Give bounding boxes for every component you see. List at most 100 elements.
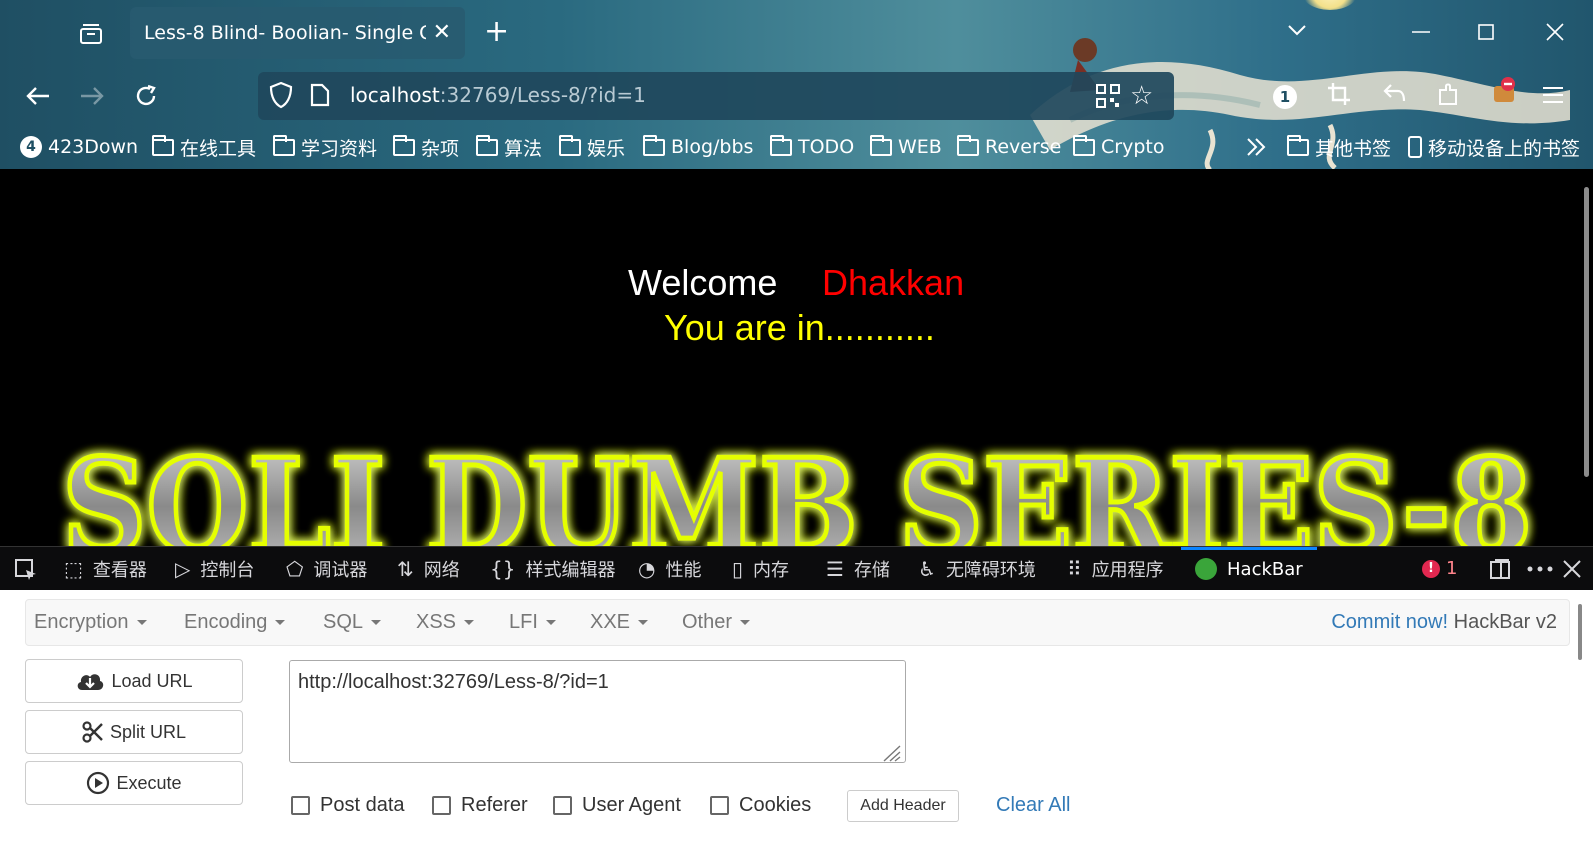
hackbar-scrollbar[interactable] [1578,604,1582,660]
close-window-icon[interactable] [1546,23,1564,41]
tab-overview-icon [80,24,102,44]
bookmark-folder-reverse[interactable]: Reverse [957,134,1061,160]
bookmark-folder-mobile[interactable]: 移动设备上的书签 [1408,134,1580,160]
tab-memory[interactable]: ▯ 内存 [732,547,789,591]
tab-debugger[interactable]: ⬠ 调试器 [286,547,367,591]
scissors-icon [82,721,103,743]
menu-other[interactable]: Other [682,611,751,634]
page-info-icon[interactable] [310,83,330,107]
menu-encoding[interactable]: Encoding [184,611,286,634]
tab-close-icon[interactable]: ✕ [433,20,451,45]
undo-arrow-icon[interactable] [1382,82,1406,104]
more-bookmarks-chevron-icon[interactable] [1245,136,1267,158]
tab-overview-button[interactable] [76,20,106,48]
tab-storage[interactable]: ☰ 存储 [826,547,890,591]
bookmark-folder-web[interactable]: WEB [870,134,942,160]
tab-label: 无障碍环境 [945,560,1036,581]
menu-encryption[interactable]: Encryption [34,611,147,634]
checkbox-label: Referer [461,794,528,816]
split-url-button[interactable]: Split URL [25,710,243,754]
dock-side-icon[interactable] [1489,558,1511,580]
menu-xxe[interactable]: XXE [590,611,649,634]
bookmark-folder-todo[interactable]: TODO [770,134,854,160]
tracking-protection-shield-icon[interactable] [268,81,294,109]
tab-label: 存储 [853,560,890,581]
user-agent-checkbox[interactable]: User Agent [553,794,681,817]
bookmark-folder-online-tools[interactable]: 在线工具 [152,134,256,160]
tab-network[interactable]: ⇅ 网络 [397,547,460,591]
menu-label: SQL [323,611,364,633]
error-count-badge[interactable]: ! 1 [1422,558,1457,579]
maximize-icon[interactable] [1478,24,1494,40]
tab-style-editor[interactable]: {} 样式编辑器 [490,547,615,591]
commit-now-link[interactable]: Commit now! [1331,611,1448,633]
checkbox-box[interactable] [432,796,451,815]
bookmark-label: 其他书签 [1315,137,1392,160]
bookmark-folder-crypto[interactable]: Crypto [1073,134,1164,160]
crop-screenshot-icon[interactable] [1327,82,1351,106]
referer-checkbox[interactable]: Referer [432,794,528,817]
hackbar-url-textarea[interactable]: http://localhost:32769/Less-8/?id=1 [289,660,906,763]
minimize-icon[interactable] [1412,30,1430,34]
folder-icon [152,134,174,156]
load-url-button[interactable]: Load URL [25,659,243,703]
post-data-checkbox[interactable]: Post data [291,794,405,817]
page-scrollbar[interactable] [1580,169,1593,546]
memory-chip-icon: ▯ [732,557,744,581]
bookmark-folder-misc[interactable]: 杂项 [393,134,459,160]
extensions-puzzle-icon[interactable] [1436,82,1460,106]
bookmark-label: 423Down [48,136,139,158]
tab-list-chevron-icon[interactable] [1286,22,1308,38]
blocker-extension-icon[interactable] [1490,76,1518,106]
menu-xss[interactable]: XSS [416,611,475,634]
bookmark-folder-entertainment[interactable]: 娱乐 [559,134,625,160]
bookmark-folder-blog[interactable]: Blog/bbs [643,134,753,160]
checkbox-box[interactable] [553,796,572,815]
bookmark-folder-study[interactable]: 学习资料 [273,134,377,160]
url-text[interactable]: localhost:32769/Less-8/?id=1 [350,83,646,107]
menu-label: XXE [590,611,631,633]
close-devtools-icon[interactable] [1563,560,1581,578]
bookmark-folder-algorithms[interactable]: 算法 [476,134,542,160]
welcome-text: Welcome [628,262,778,303]
tab-accessibility[interactable]: ♿ 无障碍环境 [918,547,1036,591]
hamburger-menu-icon[interactable] [1543,86,1563,104]
bookmark-423down[interactable]: 4 423Down [20,134,138,160]
caret-down-icon [464,620,475,626]
checkbox-box[interactable] [710,796,729,815]
execute-button[interactable]: Execute [25,761,243,805]
tab-label: 应用程序 [1091,560,1164,581]
clear-all-link[interactable]: Clear All [996,794,1070,817]
tab-strip: Less-8 Blind- Boolian- Single Qu ✕ + [0,0,1593,66]
reload-button[interactable] [128,78,164,114]
extension-badge-icon[interactable]: 1 [1273,85,1297,109]
address-bar[interactable]: localhost:32769/Less-8/?id=1 ☆ [258,72,1174,120]
tab-inspector[interactable]: ⬚ 查看器 [64,547,147,591]
new-tab-button[interactable]: + [484,17,509,47]
textarea-resize-handle-icon[interactable] [882,744,902,762]
caret-down-icon [371,620,382,626]
qr-code-icon[interactable] [1096,84,1120,108]
menu-lfi[interactable]: LFI [509,611,556,634]
gauge-icon: ◔ [638,557,656,581]
tab-performance[interactable]: ◔ 性能 [638,547,701,591]
cookies-checkbox[interactable]: Cookies [710,794,811,817]
bookmark-label: 在线工具 [180,137,257,160]
cloud-download-icon [78,674,104,690]
tab-hackbar[interactable]: HackBar [1181,547,1317,591]
forward-button[interactable] [74,78,110,114]
element-picker-icon[interactable] [14,558,38,582]
checkbox-box[interactable] [291,796,310,815]
page-scrollbar-thumb[interactable] [1584,187,1589,477]
menu-label: Other [682,611,733,633]
more-options-ellipsis-icon[interactable] [1527,566,1553,572]
add-header-button[interactable]: Add Header [847,790,959,822]
tab-console[interactable]: ▷ 控制台 [175,547,254,591]
error-icon: ! [1422,559,1440,578]
back-button[interactable] [20,78,56,114]
tab-active[interactable]: Less-8 Blind- Boolian- Single Qu ✕ [130,7,465,59]
menu-sql[interactable]: SQL [323,611,382,634]
bookmark-folder-other[interactable]: 其他书签 [1287,134,1391,160]
bookmark-star-icon[interactable]: ☆ [1130,81,1153,111]
tab-application[interactable]: ⠿ 应用程序 [1067,547,1164,591]
